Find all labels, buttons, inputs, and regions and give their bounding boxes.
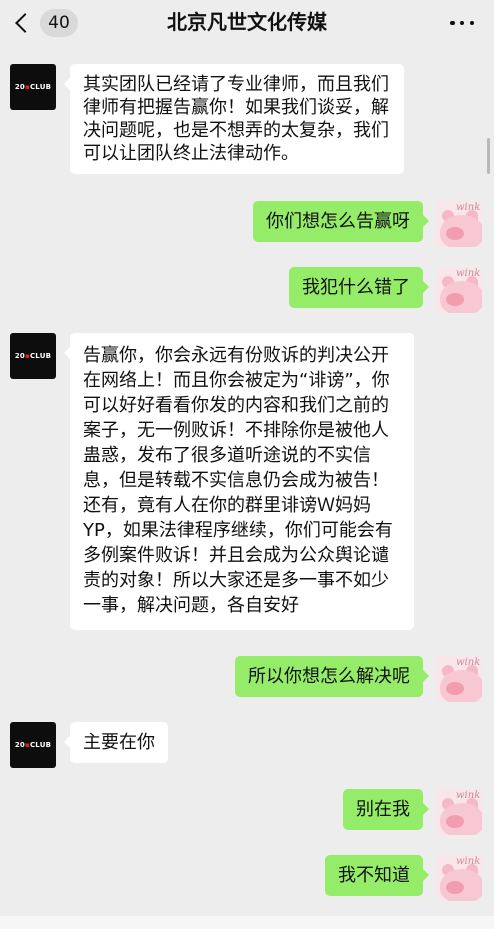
pig-snout-icon: [446, 293, 464, 306]
more-dot: [459, 20, 465, 26]
chat-title: 北京凡世文化传媒: [167, 10, 327, 34]
user-avatar[interactable]: wink: [436, 201, 482, 247]
message-bubble[interactable]: 主要在你: [64, 722, 168, 763]
more-dots-icon: [450, 20, 455, 26]
club-logo-icon: 20▪CLUB: [14, 83, 52, 91]
club-logo-icon: 20▪CLUB: [14, 741, 52, 749]
pig-snout-icon: [446, 881, 464, 894]
user-avatar[interactable]: wink: [436, 267, 482, 313]
input-bar-edge: [0, 916, 494, 929]
user-avatar[interactable]: wink: [436, 855, 482, 901]
more-dot: [469, 20, 474, 26]
user-avatar[interactable]: wink: [436, 656, 482, 702]
message-bubble[interactable]: 你们想怎么告赢呀: [253, 201, 429, 242]
pig-snout-icon: [446, 227, 464, 240]
message-bubble[interactable]: 告赢你，你会永远有份败诉的判决公开在网络上！而且你会被定为“诽谤”，你可以好好看…: [64, 333, 414, 630]
message-bubble[interactable]: 所以你想怎么解决呢: [235, 656, 429, 697]
message-bubble[interactable]: 别在我: [343, 789, 429, 830]
club-logo-icon: 20▪CLUB: [14, 352, 52, 360]
message-bubble[interactable]: 其实团队已经请了专业律师，而且我们律师有把握告赢你！如果我们谈妥，解决问题呢，也…: [64, 64, 404, 174]
contact-avatar[interactable]: 20▪CLUB: [10, 333, 56, 379]
pig-snout-icon: [446, 682, 464, 695]
message-bubble[interactable]: 我犯什么错了: [289, 267, 429, 308]
chat-header: 40 北京凡世文化传媒: [0, 0, 494, 46]
scroll-indicator[interactable]: [487, 138, 490, 174]
pig-snout-icon: [446, 815, 464, 828]
more-options-button[interactable]: [450, 12, 474, 34]
user-avatar[interactable]: wink: [436, 789, 482, 835]
contact-avatar[interactable]: 20▪CLUB: [10, 64, 56, 110]
message-bubble[interactable]: 我不知道: [325, 855, 429, 896]
contact-avatar[interactable]: 20▪CLUB: [10, 722, 56, 768]
